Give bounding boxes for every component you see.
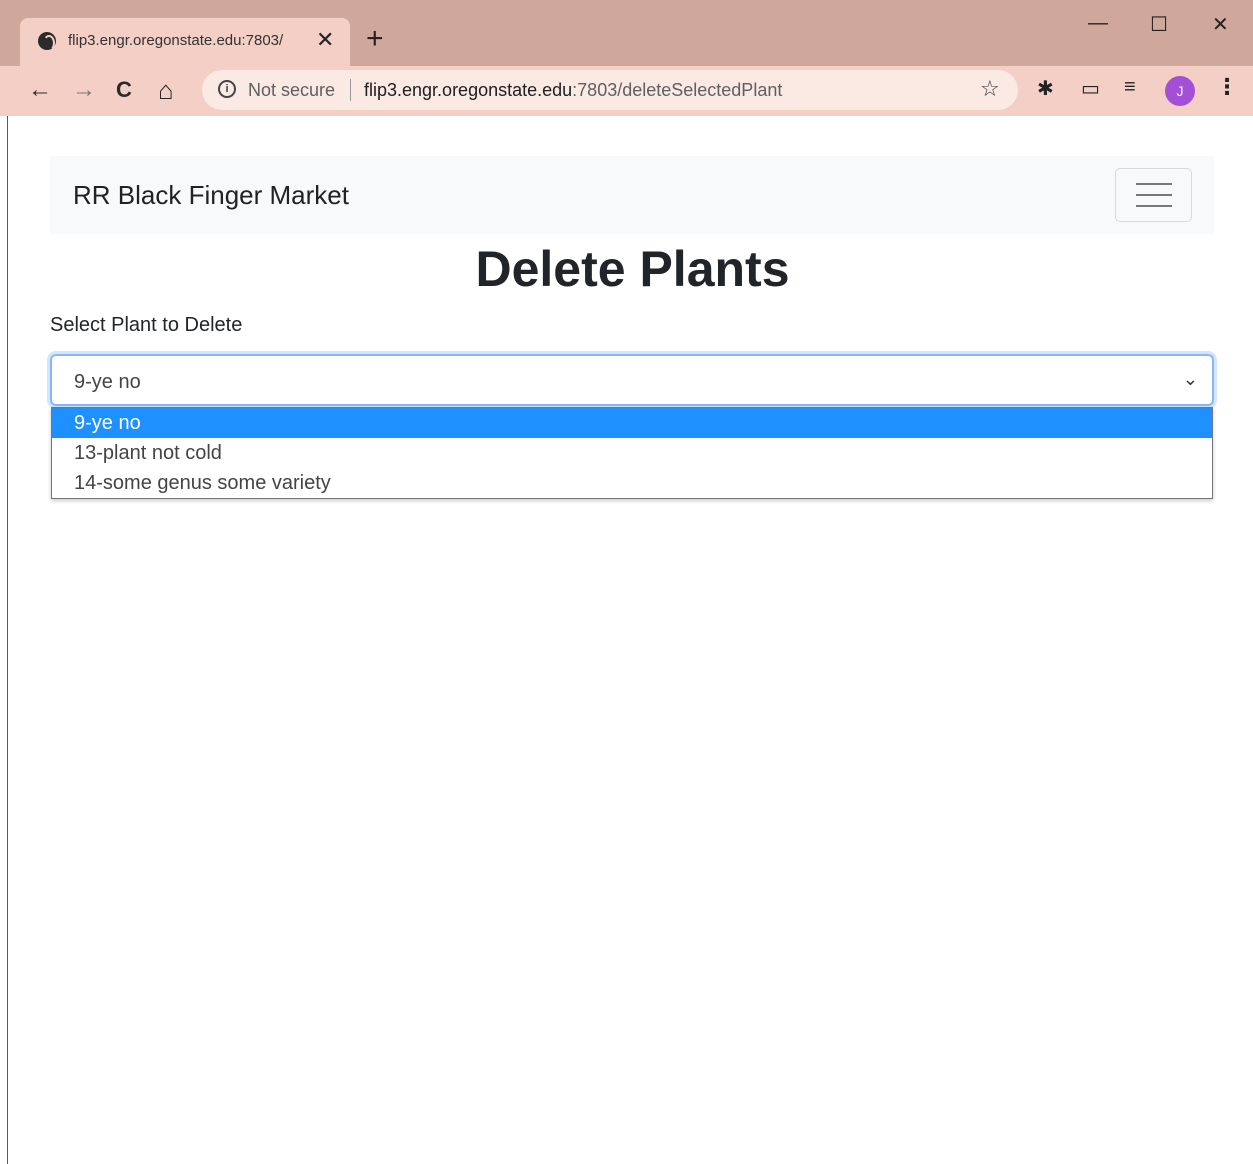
hamburger-line (1136, 183, 1172, 185)
tab-close-icon[interactable]: ✕ (316, 27, 334, 53)
home-button[interactable]: ⌂ (158, 76, 174, 104)
address-bar[interactable]: i Not secure flip3.engr.oregonstate.edu:… (202, 70, 1018, 110)
select-value: 9-ye no (74, 371, 141, 393)
browser-toolbar: ← → C ⌂ i Not secure flip3.engr.oregonst… (0, 66, 1253, 116)
kebab-menu-icon[interactable]: ⋮ (1216, 74, 1238, 100)
queue-icon[interactable]: ≡ (1124, 76, 1136, 99)
url-host: flip3.engr.oregonstate.edu (364, 80, 573, 100)
select-option[interactable]: 14-some genus some variety (52, 468, 1212, 498)
globe-icon (38, 32, 56, 51)
security-indicator[interactable]: Not secure (248, 80, 335, 101)
hamburger-line (1136, 205, 1172, 207)
minimize-button[interactable]: — (1088, 12, 1108, 35)
tab-title: flip3.engr.oregonstate.edu:7803/ (68, 32, 284, 49)
window-border (0, 0, 8, 1164)
avatar[interactable]: J (1165, 76, 1195, 106)
hamburger-line (1136, 194, 1172, 196)
close-window-button[interactable]: ✕ (1212, 12, 1229, 37)
omnibox-separator (350, 79, 351, 101)
navbar-toggler-button[interactable] (1115, 168, 1192, 222)
page-title: Delete Plants (475, 241, 790, 297)
select-option[interactable]: 9-ye no (52, 408, 1212, 438)
chevron-down-icon: ⌄ (1182, 369, 1198, 389)
site-navbar: RR Black Finger Market (50, 156, 1214, 234)
forward-button[interactable]: → (72, 76, 96, 104)
back-button[interactable]: ← (28, 76, 52, 104)
maximize-button[interactable]: ☐ (1150, 12, 1168, 37)
reload-button[interactable]: C (116, 76, 132, 104)
plant-select[interactable]: 9-ye no ⌄ (50, 354, 1214, 406)
browser-chrome: flip3.engr.oregonstate.edu:7803/ ✕ + — ☐… (0, 0, 1253, 116)
cast-icon[interactable]: ▭ (1081, 76, 1100, 101)
browser-tab[interactable]: flip3.engr.oregonstate.edu:7803/ ✕ (20, 18, 350, 66)
select-dropdown-list: 9-ye no 13-plant not cold 14-some genus … (51, 407, 1213, 499)
new-tab-button[interactable]: + (366, 24, 384, 54)
star-icon[interactable]: ☆ (980, 76, 1000, 102)
url-text[interactable]: flip3.engr.oregonstate.edu:7803/deleteSe… (364, 80, 782, 101)
navbar-brand[interactable]: RR Black Finger Market (73, 180, 349, 211)
url-path: :7803/deleteSelectedPlant (572, 80, 783, 100)
select-option[interactable]: 13-plant not cold (52, 438, 1212, 468)
select-label: Select Plant to Delete (50, 314, 243, 336)
puzzle-icon[interactable]: ✱ (1037, 76, 1054, 101)
info-icon[interactable]: i (218, 80, 236, 98)
